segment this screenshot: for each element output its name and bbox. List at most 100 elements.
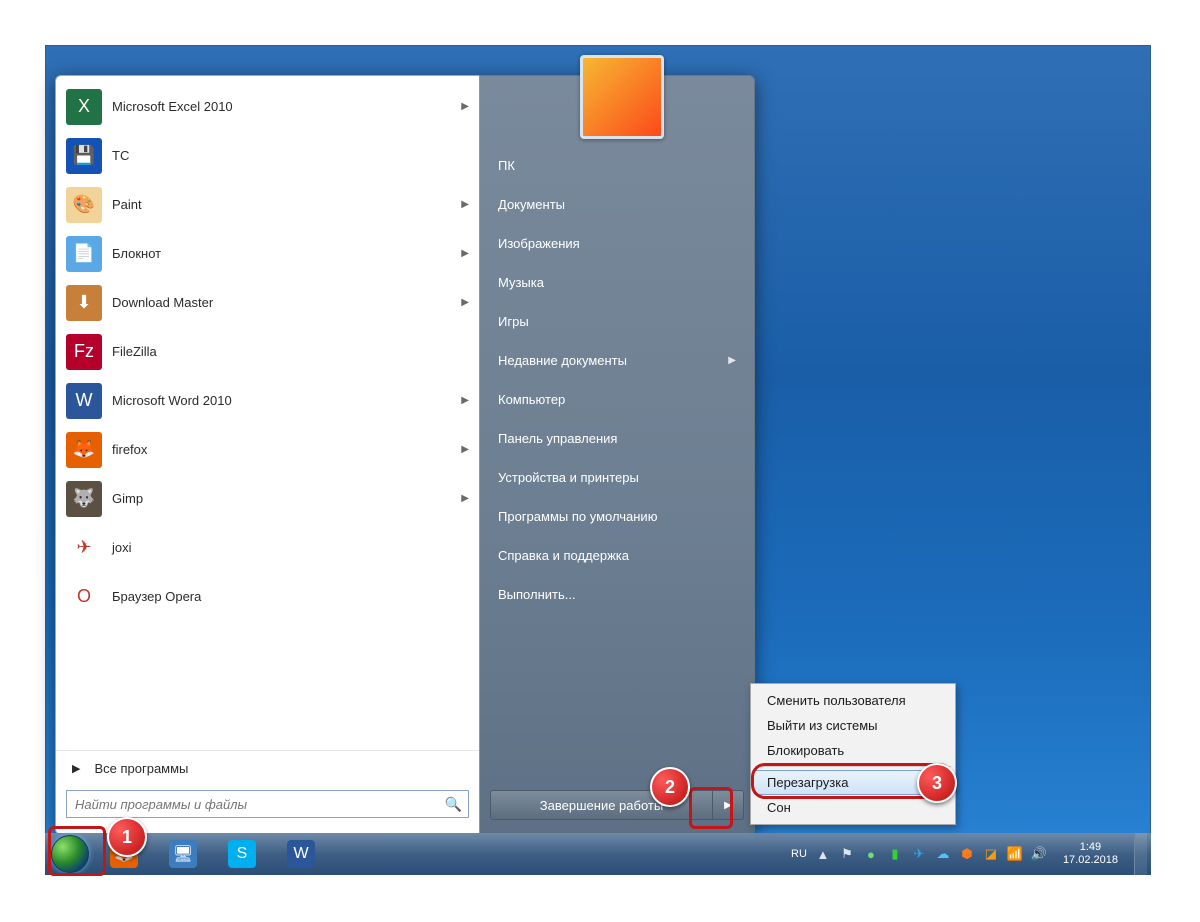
program-item[interactable]: 📄 Блокнот▶ [56, 229, 479, 278]
places-item[interactable]: Панель управления [480, 419, 754, 458]
program-label: TC [112, 148, 469, 163]
places-label: Недавние документы [498, 353, 627, 368]
places-item[interactable]: Музыка [480, 263, 754, 302]
program-item[interactable]: 💾 TC [56, 131, 479, 180]
monitor-icon: 🖥 [169, 840, 197, 868]
places-item[interactable]: Документы [480, 185, 754, 224]
program-item[interactable]: 🐺 Gimp▶ [56, 474, 479, 523]
taskbar-clock[interactable]: 1:49 17.02.2018 [1055, 841, 1126, 867]
firefox-icon: 🦊 [110, 840, 138, 868]
program-label: firefox [112, 442, 461, 457]
places-item[interactable]: Игры [480, 302, 754, 341]
places-label: Компьютер [498, 392, 565, 407]
places-label: ПК [498, 158, 515, 173]
taskbar-skype[interactable]: S [214, 836, 270, 872]
start-button[interactable] [47, 834, 93, 874]
shutdown-button[interactable]: Завершение работы [490, 790, 712, 820]
tray-bars-icon[interactable]: ▮ [887, 846, 903, 862]
program-item[interactable]: ⬇ Download Master▶ [56, 278, 479, 327]
places-item[interactable]: Программы по умолчанию [480, 497, 754, 536]
program-item[interactable]: WMicrosoft Word 2010▶ [56, 376, 479, 425]
taskbar-explorer[interactable]: 🖥 [155, 836, 211, 872]
tray-shield-icon[interactable]: ⬢ [959, 846, 975, 862]
program-item[interactable]: Fz FileZilla [56, 327, 479, 376]
places-item[interactable]: Компьютер [480, 380, 754, 419]
excel-icon: X [66, 89, 102, 125]
shutdown-options-button[interactable]: ▶ [712, 790, 744, 820]
power-options-menu: Сменить пользователя Выйти из системы Бл… [750, 683, 956, 825]
tray-box-icon[interactable]: ◪ [983, 846, 999, 862]
menu-sleep[interactable]: Сон [753, 795, 953, 820]
tray-telegram-icon[interactable]: ✈ [911, 846, 927, 862]
program-item[interactable]: XMicrosoft Excel 2010▶ [56, 82, 479, 131]
submenu-arrow-icon: ▶ [728, 355, 736, 366]
places-item[interactable]: Справка и поддержка [480, 536, 754, 575]
gimp-icon: 🐺 [66, 481, 102, 517]
show-desktop-button[interactable] [1134, 833, 1147, 875]
menu-restart[interactable]: Перезагрузка [753, 770, 953, 795]
search-input[interactable] [73, 796, 445, 813]
tray-network-icon[interactable]: 📶 [1007, 846, 1023, 862]
program-item[interactable]: O Браузер Opera [56, 572, 479, 621]
triangle-right-icon: ▶ [72, 762, 80, 775]
program-label: Gimp [112, 491, 461, 506]
word-icon: W [287, 840, 315, 868]
submenu-arrow-icon: ▶ [461, 444, 469, 455]
program-label: Download Master [112, 295, 461, 310]
places-item[interactable]: Устройства и принтеры [480, 458, 754, 497]
notepad-icon: 📄 [66, 236, 102, 272]
search-icon: 🔍 [445, 796, 462, 813]
joxi-icon: ✈ [66, 530, 102, 566]
tray-chevron-icon[interactable]: ▲ [815, 846, 831, 862]
start-menu-programs-pane: XMicrosoft Excel 2010▶ 💾 TC 🎨 Paint ▶ 📄 Блокнот… [55, 75, 479, 835]
search-box[interactable]: 🔍 [66, 790, 469, 818]
tray-cloud-icon[interactable]: ☁ [935, 846, 951, 862]
download-master-icon: ⬇ [66, 285, 102, 321]
submenu-arrow-icon: ▶ [461, 248, 469, 259]
tray-dot-icon[interactable]: ● [863, 846, 879, 862]
all-programs-button[interactable]: ▶ Все программы [56, 750, 479, 784]
places-label: Игры [498, 314, 529, 329]
word-icon: W [66, 383, 102, 419]
places-item[interactable]: Выполнить... [480, 575, 754, 614]
program-label: FileZilla [112, 344, 469, 359]
paint-icon: 🎨 [66, 187, 102, 223]
program-item[interactable]: 🎨Paint▶ [56, 180, 479, 229]
user-avatar[interactable] [580, 55, 664, 139]
taskbar: 🦊 🖥 S W RU ▲ ⚑ ● ▮ ✈ ☁ ⬢ ◪ 📶 🔊 1:49 17.0… [45, 833, 1151, 875]
all-programs-label: Все программы [94, 761, 188, 776]
menu-logoff[interactable]: Выйти из системы [753, 713, 953, 738]
program-item[interactable]: ✈ joxi [56, 523, 479, 572]
taskbar-word[interactable]: W [273, 836, 329, 872]
submenu-arrow-icon: ▶ [461, 395, 469, 406]
program-label: Paint [112, 197, 461, 212]
save-icon: 💾 [66, 138, 102, 174]
places-label: Справка и поддержка [498, 548, 629, 563]
menu-switch-user[interactable]: Сменить пользователя [753, 688, 953, 713]
tray-volume-icon[interactable]: 🔊 [1031, 846, 1047, 862]
program-label: joxi [112, 540, 469, 555]
places-label: Документы [498, 197, 565, 212]
menu-lock[interactable]: Блокировать [753, 738, 953, 763]
language-indicator[interactable]: RU [791, 848, 807, 860]
places-label: Выполнить... [498, 587, 576, 602]
places-item[interactable]: ПК [480, 146, 754, 185]
submenu-arrow-icon: ▶ [461, 493, 469, 504]
places-label: Изображения [498, 236, 580, 251]
opera-icon: O [66, 579, 102, 615]
submenu-arrow-icon: ▶ [461, 101, 469, 112]
program-item[interactable]: 🦊 firefox▶ [56, 425, 479, 474]
places-item[interactable]: Изображения [480, 224, 754, 263]
taskbar-firefox[interactable]: 🦊 [96, 836, 152, 872]
start-menu-places-pane: ПК Документы Изображения Музыка Игры Недавние… [479, 75, 755, 835]
program-label: Блокнот [112, 246, 461, 261]
places-label: Программы по умолчанию [498, 509, 657, 524]
firefox-icon: 🦊 [66, 432, 102, 468]
places-label: Музыка [498, 275, 544, 290]
filezilla-icon: Fz [66, 334, 102, 370]
tray-flag-icon[interactable]: ⚑ [839, 846, 855, 862]
places-item[interactable]: Недавние документы ▶ [480, 341, 754, 380]
submenu-arrow-icon: ▶ [461, 297, 469, 308]
desktop: XMicrosoft Excel 2010▶ 💾 TC 🎨 Paint ▶ 📄 Блокнот… [45, 45, 1151, 875]
program-label: Браузер Opera [112, 589, 469, 604]
